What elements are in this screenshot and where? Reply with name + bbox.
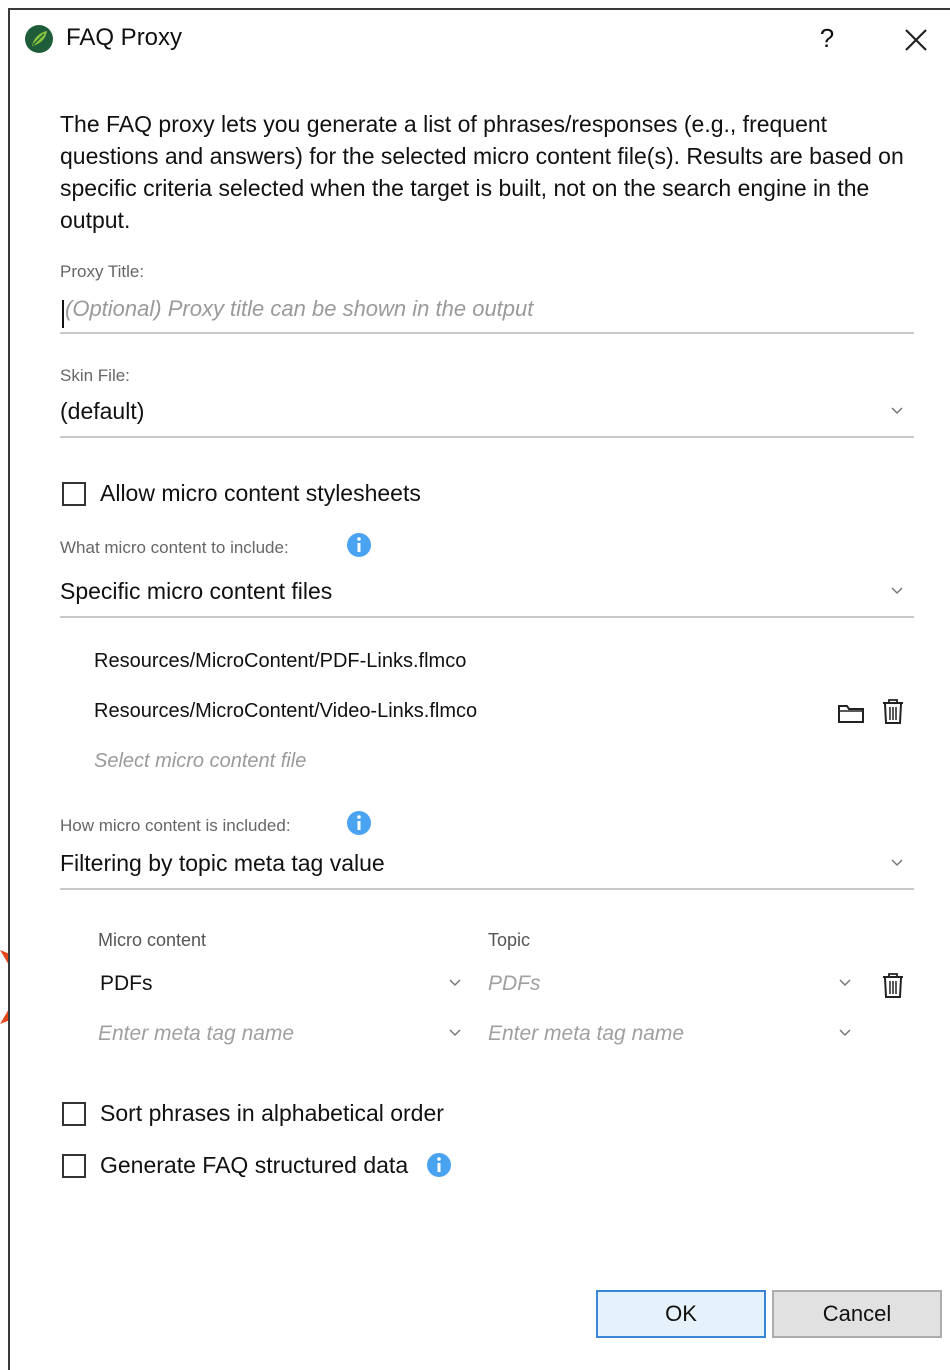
window-title: FAQ Proxy <box>66 24 183 51</box>
generate-faq-label: Generate FAQ structured data <box>100 1152 409 1178</box>
topic-tag-select[interactable]: PDFs <box>488 972 541 996</box>
close-icon[interactable] <box>898 22 934 58</box>
chevron-down-icon[interactable] <box>838 1028 852 1038</box>
help-button[interactable]: ? <box>810 20 844 56</box>
micro-content-file-item[interactable]: Resources/MicroContent/Video-Links.flmco <box>94 700 477 723</box>
chevron-down-icon[interactable] <box>890 586 904 596</box>
folder-icon[interactable] <box>836 698 866 728</box>
info-icon[interactable] <box>426 1152 452 1178</box>
how-included-label: How micro content is included: <box>60 816 291 835</box>
trash-icon[interactable] <box>878 696 908 726</box>
proxy-title-input[interactable]: (Optional) Proxy title can be shown in t… <box>65 296 533 322</box>
how-included-select[interactable]: Filtering by topic meta tag value <box>60 850 385 877</box>
sort-phrases-checkbox[interactable] <box>62 1102 86 1126</box>
proxy-title-underline <box>60 332 914 334</box>
micro-content-file-item[interactable]: Resources/MicroContent/PDF-Links.flmco <box>94 650 466 673</box>
what-content-label: What micro content to include: <box>60 538 289 557</box>
proxy-title-label: Proxy Title: <box>60 262 145 281</box>
micro-content-column-header: Micro content <box>98 930 207 950</box>
info-icon[interactable] <box>346 810 372 836</box>
allow-stylesheets-label: Allow micro content stylesheets <box>100 480 421 506</box>
generate-faq-checkbox[interactable] <box>62 1154 86 1178</box>
chevron-down-icon[interactable] <box>890 858 904 868</box>
info-icon[interactable] <box>346 532 372 558</box>
what-content-underline <box>60 616 914 618</box>
skin-file-underline <box>60 436 914 438</box>
select-file-input[interactable]: Select micro content file <box>94 750 306 773</box>
allow-stylesheets-checkbox[interactable] <box>62 482 86 506</box>
app-logo-icon <box>25 25 53 53</box>
title-bar: FAQ Proxy ? <box>10 10 950 70</box>
new-topic-tag-input[interactable]: Enter meta tag name <box>488 1022 684 1046</box>
skin-file-label: Skin File: <box>60 366 130 385</box>
sort-phrases-label: Sort phrases in alphabetical order <box>100 1100 444 1126</box>
chevron-down-icon[interactable] <box>890 406 904 416</box>
ok-button[interactable]: OK <box>596 1290 766 1338</box>
cancel-button[interactable]: Cancel <box>772 1290 942 1338</box>
trash-icon[interactable] <box>878 970 908 1000</box>
new-micro-tag-input[interactable]: Enter meta tag name <box>98 1022 294 1046</box>
how-included-underline <box>60 888 914 890</box>
text-caret <box>62 300 64 328</box>
chevron-down-icon[interactable] <box>448 1028 462 1038</box>
chevron-down-icon[interactable] <box>838 978 852 988</box>
chevron-down-icon[interactable] <box>448 978 462 988</box>
faq-proxy-dialog: FAQ Proxy ? The FAQ proxy lets you gener… <box>8 8 950 1370</box>
description-text: The FAQ proxy lets you generate a list o… <box>60 111 904 233</box>
what-content-select[interactable]: Specific micro content files <box>60 578 332 605</box>
micro-content-tag-select[interactable]: PDFs <box>100 972 153 996</box>
skin-file-select[interactable]: (default) <box>60 398 144 425</box>
topic-column-header: Topic <box>488 930 531 950</box>
